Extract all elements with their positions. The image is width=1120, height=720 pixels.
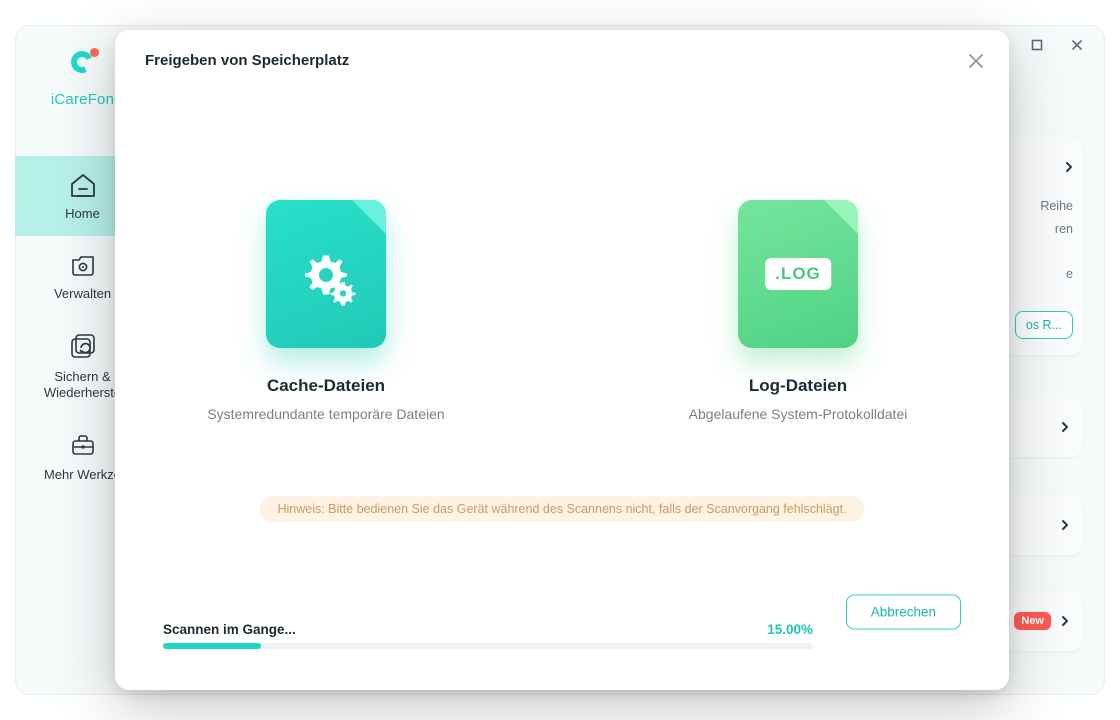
chevron-right-icon xyxy=(1059,519,1071,531)
card-subtitle: Abgelaufene System-Protokolldatei xyxy=(648,406,948,422)
app-logo xyxy=(65,47,101,83)
close-button[interactable] xyxy=(965,50,987,72)
backup-icon xyxy=(67,333,99,361)
cache-files-card[interactable]: Cache-Dateien Systemredundante temporäre… xyxy=(176,200,476,422)
modal-footer: Scannen im Gange... 15.00% Abbrechen xyxy=(163,622,961,668)
card-title: Cache-Dateien xyxy=(176,376,476,396)
modal-title: Freigeben von Speicherplatz xyxy=(145,52,349,69)
cancel-button[interactable]: Abbrechen xyxy=(846,595,961,630)
feature-row-3[interactable]: New xyxy=(997,591,1083,651)
chevron-right-icon xyxy=(1059,615,1071,627)
chevron-right-icon xyxy=(1059,421,1071,433)
scan-status-label: Scannen im Gange... xyxy=(163,622,296,637)
card-title: Log-Dateien xyxy=(648,376,948,396)
promo-panel: Reihe ren e os R... xyxy=(999,137,1083,355)
home-icon xyxy=(68,172,98,198)
cache-file-icon xyxy=(266,200,386,348)
feature-row-2[interactable] xyxy=(997,495,1083,555)
scan-percent: 15.00% xyxy=(767,622,813,637)
tools-icon xyxy=(67,431,99,459)
scan-progress xyxy=(163,643,813,649)
scan-progress-bar xyxy=(163,643,261,649)
close-icon xyxy=(965,50,987,72)
log-badge-text: .LOG xyxy=(765,258,831,290)
maximize-button[interactable] xyxy=(1029,37,1045,53)
card-subtitle: Systemredundante temporäre Dateien xyxy=(176,406,476,422)
promo-text-fragment: Reihe ren e xyxy=(1009,195,1073,285)
scan-categories: Cache-Dateien Systemredundante temporäre… xyxy=(115,200,1009,422)
log-file-icon: .LOG xyxy=(738,200,858,348)
promo-button[interactable]: os R... xyxy=(1015,311,1073,339)
scan-hint: Hinweis: Bitte bedienen Sie das Gerät wä… xyxy=(259,496,864,522)
feature-row-1[interactable] xyxy=(997,397,1083,457)
window-close-button[interactable] xyxy=(1069,37,1085,53)
chevron-right-icon[interactable] xyxy=(1063,161,1075,173)
log-files-card[interactable]: .LOG Log-Dateien Abgelaufene System-Prot… xyxy=(648,200,948,422)
new-badge: New xyxy=(1014,612,1051,630)
manage-icon xyxy=(68,252,98,278)
free-space-modal: Freigeben von Speicherplatz xyxy=(115,30,1009,690)
